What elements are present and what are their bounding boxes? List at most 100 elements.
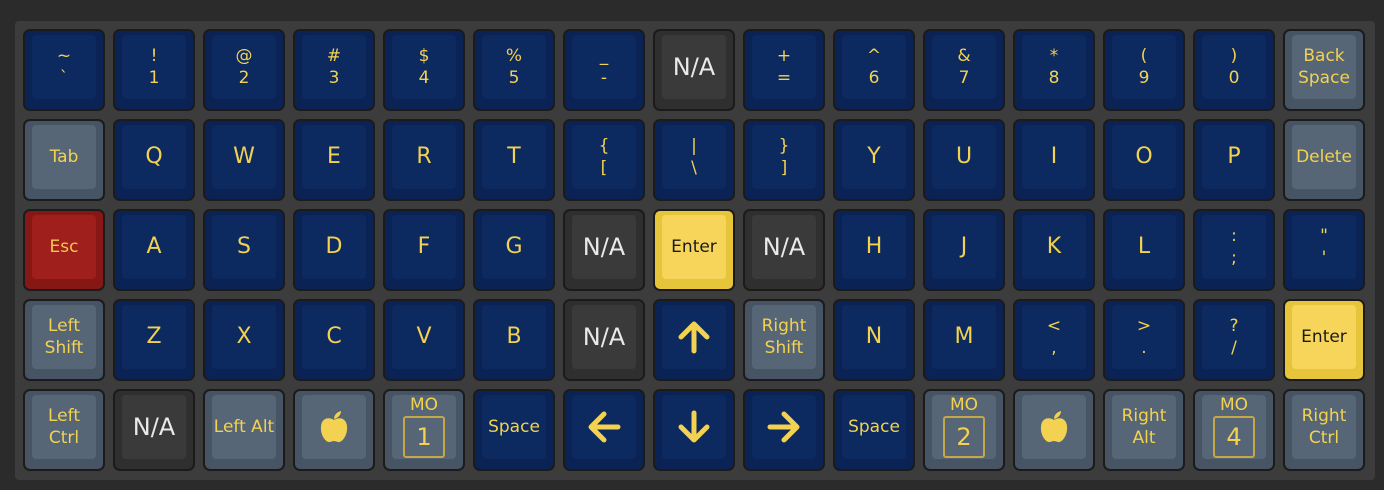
key-symbol[interactable]: #3 bbox=[293, 29, 375, 111]
key-symbol[interactable]: ^ 6 bbox=[833, 29, 915, 111]
key-symbol[interactable]: ) 0 bbox=[1193, 29, 1275, 111]
key-symbol[interactable]: @2 bbox=[203, 29, 285, 111]
key-symbol[interactable]: {[ bbox=[563, 119, 645, 201]
key-label: W bbox=[233, 144, 255, 169]
key-shift-label: ! bbox=[150, 46, 158, 66]
key-symbol[interactable]: <, bbox=[1013, 299, 1095, 381]
key-symbol[interactable]: (9 bbox=[1103, 29, 1185, 111]
key-d[interactable]: D bbox=[293, 209, 375, 291]
key-base-label: [ bbox=[600, 158, 608, 178]
key-symbol[interactable]: ! 1 bbox=[113, 29, 195, 111]
key-symbol[interactable]: " ' bbox=[1283, 209, 1365, 291]
key-symbol[interactable]: >. bbox=[1103, 299, 1185, 381]
key-label: M bbox=[954, 324, 974, 349]
key-base-label: ] bbox=[780, 158, 788, 178]
key-base-label: 3 bbox=[328, 68, 340, 88]
key-na[interactable]: N/A bbox=[743, 209, 825, 291]
key-label: G bbox=[505, 234, 523, 259]
key-w[interactable]: W bbox=[203, 119, 285, 201]
key-shift-label: + bbox=[776, 46, 792, 66]
key-space[interactable]: Space bbox=[473, 389, 555, 471]
key-space[interactable]: Space bbox=[833, 389, 915, 471]
key-shift-label: ? bbox=[1229, 316, 1239, 336]
key-arrow-right[interactable] bbox=[743, 389, 825, 471]
key-base-label: 0 bbox=[1228, 68, 1240, 88]
key-u[interactable]: U bbox=[923, 119, 1005, 201]
key-label: N bbox=[865, 324, 883, 349]
key-base-label: ; bbox=[1231, 248, 1237, 268]
key-esc[interactable]: Esc bbox=[23, 209, 105, 291]
key-g[interactable]: G bbox=[473, 209, 555, 291]
key-apple[interactable] bbox=[1013, 389, 1095, 471]
layer-mode-label: MO bbox=[949, 395, 979, 415]
key-base-label: , bbox=[1051, 338, 1057, 358]
key-y[interactable]: Y bbox=[833, 119, 915, 201]
key-o[interactable]: O bbox=[1103, 119, 1185, 201]
key-h[interactable]: H bbox=[833, 209, 915, 291]
key-symbol[interactable]: }] bbox=[743, 119, 825, 201]
key-symbol[interactable]: * 8 bbox=[1013, 29, 1095, 111]
key-v[interactable]: V bbox=[383, 299, 465, 381]
key-na[interactable]: N/A bbox=[563, 299, 645, 381]
key-z[interactable]: Z bbox=[113, 299, 195, 381]
key-symbol[interactable]: ? / bbox=[1193, 299, 1275, 381]
key-b[interactable]: B bbox=[473, 299, 555, 381]
key-base-label: ` bbox=[59, 68, 69, 88]
key-c[interactable]: C bbox=[293, 299, 375, 381]
key-right-ctrl[interactable]: Right Ctrl bbox=[1283, 389, 1365, 471]
key-arrow-up[interactable] bbox=[653, 299, 735, 381]
key-momentary-layer[interactable]: MO 2 bbox=[923, 389, 1005, 471]
key-na[interactable]: N/A bbox=[653, 29, 735, 111]
key-backtick[interactable]: ~ ` bbox=[23, 29, 105, 111]
key-n[interactable]: N bbox=[833, 299, 915, 381]
key-r[interactable]: R bbox=[383, 119, 465, 201]
key-i[interactable]: I bbox=[1013, 119, 1095, 201]
key-a[interactable]: A bbox=[113, 209, 195, 291]
key-label: X bbox=[236, 324, 252, 349]
key-enter[interactable]: Enter bbox=[1283, 299, 1365, 381]
key-left-ctrl[interactable]: Left Ctrl bbox=[23, 389, 105, 471]
key-label: N/A bbox=[672, 53, 716, 81]
key-shift-label: ^ bbox=[866, 46, 882, 66]
key-p[interactable]: P bbox=[1193, 119, 1275, 201]
key-symbol[interactable]: :; bbox=[1193, 209, 1275, 291]
key-l[interactable]: L bbox=[1103, 209, 1185, 291]
key-back-space[interactable]: Back Space bbox=[1283, 29, 1365, 111]
key-left-shift[interactable]: Left Shift bbox=[23, 299, 105, 381]
key-arrow-down[interactable] bbox=[653, 389, 735, 471]
key-f[interactable]: F bbox=[383, 209, 465, 291]
key-delete[interactable]: Delete bbox=[1283, 119, 1365, 201]
key-symbol[interactable]: | \ bbox=[653, 119, 735, 201]
key-symbol[interactable]: _ - bbox=[563, 29, 645, 111]
key-x[interactable]: X bbox=[203, 299, 285, 381]
key-symbol[interactable]: $4 bbox=[383, 29, 465, 111]
key-e[interactable]: E bbox=[293, 119, 375, 201]
key-s[interactable]: S bbox=[203, 209, 285, 291]
key-na[interactable]: N/A bbox=[563, 209, 645, 291]
key-momentary-layer[interactable]: MO 1 bbox=[383, 389, 465, 471]
key-label: Esc bbox=[49, 237, 79, 257]
key-shift-label: & bbox=[957, 46, 971, 66]
key-symbol[interactable]: & 7 bbox=[923, 29, 1005, 111]
apple-icon bbox=[1039, 410, 1069, 444]
key-apple[interactable] bbox=[293, 389, 375, 471]
key-label: Back Space bbox=[1298, 46, 1350, 88]
key-label: Right Ctrl bbox=[1301, 406, 1347, 448]
key-left-alt[interactable]: Left Alt bbox=[203, 389, 285, 471]
key-right-shift[interactable]: Right Shift bbox=[743, 299, 825, 381]
key-symbol[interactable]: % 5 bbox=[473, 29, 555, 111]
key-t[interactable]: T bbox=[473, 119, 555, 201]
key-right-alt[interactable]: Right Alt bbox=[1103, 389, 1185, 471]
key-symbol[interactable]: + = bbox=[743, 29, 825, 111]
key-enter[interactable]: Enter bbox=[653, 209, 735, 291]
key-momentary-layer[interactable]: MO 4 bbox=[1193, 389, 1275, 471]
key-tab[interactable]: Tab bbox=[23, 119, 105, 201]
key-j[interactable]: J bbox=[923, 209, 1005, 291]
key-arrow-left[interactable] bbox=[563, 389, 645, 471]
key-shift-label: * bbox=[1049, 46, 1059, 66]
key-m[interactable]: M bbox=[923, 299, 1005, 381]
key-k[interactable]: K bbox=[1013, 209, 1095, 291]
key-na[interactable]: N/A bbox=[113, 389, 195, 471]
key-label: T bbox=[507, 144, 521, 169]
key-q[interactable]: Q bbox=[113, 119, 195, 201]
